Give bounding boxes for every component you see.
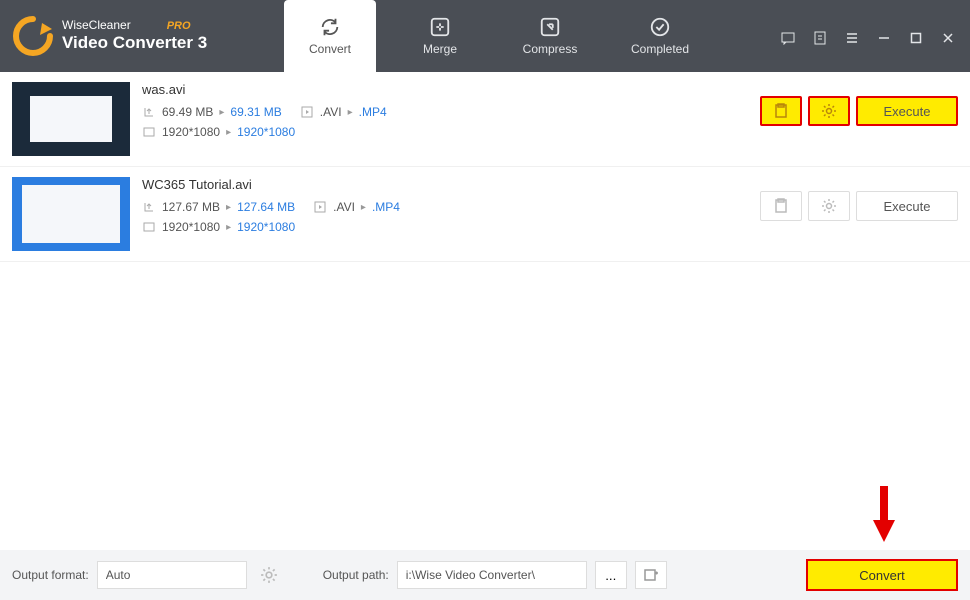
size-in: 69.49 MB — [162, 105, 213, 119]
merge-icon — [429, 16, 451, 38]
output-format-label: Output format: — [12, 568, 89, 582]
size-out: 127.64 MB — [237, 200, 295, 214]
maximize-icon[interactable] — [904, 28, 928, 48]
fmt-in: .AVI — [333, 200, 355, 214]
minimize-icon[interactable] — [872, 28, 896, 48]
tab-merge-label: Merge — [423, 42, 457, 56]
tab-merge[interactable]: Merge — [394, 0, 486, 72]
size-icon — [142, 200, 156, 214]
filename: WC365 Tutorial.avi — [142, 177, 748, 192]
size-in: 127.67 MB — [162, 200, 220, 214]
format-icon — [300, 105, 314, 119]
res-out: 1920*1080 — [237, 125, 295, 139]
arrow-icon: ▸ — [226, 202, 231, 213]
app-logo-area: WiseCleanerPRO Video Converter 3 — [12, 15, 284, 57]
output-path-label: Output path: — [323, 568, 389, 582]
format-icon — [313, 200, 327, 214]
arrow-icon: ▸ — [219, 107, 224, 118]
window-controls — [776, 24, 960, 48]
browse-button[interactable]: ... — [595, 561, 627, 589]
file-list: was.avi 69.49 MB ▸ 69.31 MB .AVI ▸ .MP4 … — [0, 72, 970, 550]
execute-button[interactable]: Execute — [856, 191, 958, 221]
arrow-icon: ▸ — [226, 222, 231, 233]
titlebar: WiseCleanerPRO Video Converter 3 Convert… — [0, 0, 970, 72]
arrow-icon: ▸ — [361, 202, 366, 213]
output-format-input[interactable] — [97, 561, 247, 589]
tab-compress-label: Compress — [523, 42, 578, 56]
output-path-input[interactable] — [397, 561, 587, 589]
res-in: 1920*1080 — [162, 125, 220, 139]
resolution-icon — [142, 125, 156, 139]
task-icon[interactable] — [808, 28, 832, 48]
tab-convert-label: Convert — [309, 42, 351, 56]
file-item: was.avi 69.49 MB ▸ 69.31 MB .AVI ▸ .MP4 … — [0, 72, 970, 167]
file-item: WC365 Tutorial.avi 127.67 MB ▸ 127.64 MB… — [0, 167, 970, 262]
settings-button[interactable] — [808, 96, 850, 126]
tab-completed[interactable]: Completed — [614, 0, 706, 72]
app-title: Video Converter 3 — [62, 33, 207, 53]
settings-button[interactable] — [808, 191, 850, 221]
video-thumbnail[interactable] — [12, 177, 130, 251]
refresh-icon — [319, 16, 341, 38]
check-circle-icon — [649, 16, 671, 38]
res-in: 1920*1080 — [162, 220, 220, 234]
video-thumbnail[interactable] — [12, 82, 130, 156]
clipboard-button[interactable] — [760, 96, 802, 126]
close-icon[interactable] — [936, 28, 960, 48]
resolution-icon — [142, 220, 156, 234]
feedback-icon[interactable] — [776, 28, 800, 48]
size-icon — [142, 105, 156, 119]
compress-icon — [539, 16, 561, 38]
arrow-icon: ▸ — [226, 127, 231, 138]
menu-icon[interactable] — [840, 28, 864, 48]
fmt-out: .MP4 — [372, 200, 400, 214]
brand-text: WiseCleanerPRO — [62, 19, 207, 33]
arrow-icon: ▸ — [348, 107, 353, 118]
tab-completed-label: Completed — [631, 42, 689, 56]
filename: was.avi — [142, 82, 748, 97]
fmt-out: .MP4 — [359, 105, 387, 119]
size-out: 69.31 MB — [230, 105, 281, 119]
tab-convert[interactable]: Convert — [284, 0, 376, 72]
add-file-button[interactable] — [635, 561, 667, 589]
main-tabs: Convert Merge Compress Completed — [284, 0, 706, 72]
tab-compress[interactable]: Compress — [504, 0, 596, 72]
clipboard-button[interactable] — [760, 191, 802, 221]
convert-button[interactable]: Convert — [806, 559, 958, 591]
app-logo-icon — [12, 15, 54, 57]
res-out: 1920*1080 — [237, 220, 295, 234]
footer-bar: Output format: Output path: ... Convert — [0, 550, 970, 600]
fmt-in: .AVI — [320, 105, 342, 119]
execute-button[interactable]: Execute — [856, 96, 958, 126]
format-settings-button[interactable] — [255, 561, 283, 589]
